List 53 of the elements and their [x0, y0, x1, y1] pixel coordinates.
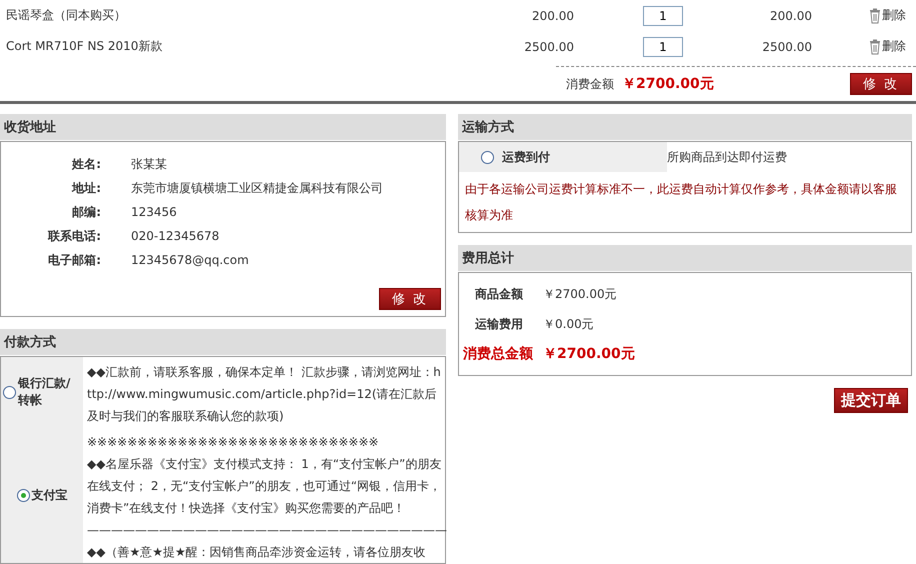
section-header: 费用总计: [458, 245, 912, 271]
grand-total-amount: ￥2700.00元: [543, 345, 635, 363]
edit-button[interactable]: 修 改: [850, 73, 912, 95]
shipping-option[interactable]: 运费到付: [459, 142, 667, 172]
radio-button[interactable]: [16, 488, 30, 502]
payment-description: ※※※※※※※※※※※※※※※※※※※※※※※※※※※※※: [87, 434, 380, 451]
payment-description: ——————————————————————————————: [87, 522, 447, 539]
field-value: 东莞市塘厦镇横塘工业区精捷金属科技有限公司: [131, 180, 384, 196]
shipping-description: 所购商品到达即付运费: [667, 148, 787, 166]
quantity-field[interactable]: 1: [643, 36, 683, 56]
field-label: 地址:: [70, 180, 101, 196]
section-header: 收货地址: [0, 114, 446, 140]
total-amount: ￥2700.00元: [622, 75, 714, 93]
total-label: 消费金额: [566, 76, 614, 92]
cost-label: 运输费用: [474, 316, 523, 332]
trash-icon: [869, 39, 881, 55]
product-name: Cort MR710F NS 2010新款: [6, 38, 164, 55]
cost-value: ￥0.00元: [543, 316, 594, 332]
submit-order-button[interactable]: 提交订单: [834, 388, 908, 413]
field-label: 联系电话:: [46, 228, 101, 244]
payment-description: ◆◆名屋乐器《支付宝》支付模式支持： 1，有“支付宝帐户”的朋友在线支付； 2，无“支付宝帐户”的朋友，也可通过“网银，信用卡，消费卡”在线支付！快选择《支付宝》购买您需要的产品吧！: [87, 456, 442, 517]
payment-option[interactable]: 银行汇款/转帐: [1, 357, 83, 427]
field-value: 12345678@qq.com: [131, 253, 250, 267]
trash-icon: [869, 8, 881, 24]
section-header: 运输方式: [458, 114, 912, 140]
grand-total-label: 消费总金额: [463, 345, 533, 363]
field-value: 张某某: [131, 156, 168, 172]
field-label: 电子邮箱:: [47, 252, 101, 268]
radio-button[interactable]: [3, 386, 16, 398]
section-header: 付款方式: [0, 329, 446, 355]
subtotal: 200.00: [769, 8, 812, 22]
delete-link[interactable]: 删除: [882, 38, 906, 55]
option-label: 支付宝: [32, 486, 68, 504]
shipping-note: 由于各运输公司运费计算标准不一，此运费自动计算仅作参考，具体金额请以客服核算为准: [464, 181, 898, 224]
field-label: 姓名:: [70, 156, 101, 172]
delete-link[interactable]: 删除: [882, 7, 906, 24]
option-label: 运费到付: [502, 148, 550, 166]
product-name: 民谣琴盒（同本购买）: [6, 7, 127, 24]
cost-label: 商品金额: [474, 286, 523, 302]
field-value: 123456: [131, 205, 178, 219]
radio-button[interactable]: [481, 150, 494, 164]
unit-price: 2500.00: [523, 40, 574, 54]
cost-value: ￥2700.00元: [543, 286, 617, 302]
subtotal: 2500.00: [761, 40, 812, 54]
field-label: 邮编:: [71, 204, 101, 220]
quantity-field[interactable]: 1: [643, 6, 683, 26]
payment-option[interactable]: 支付宝: [1, 427, 83, 563]
edit-button[interactable]: 修 改: [378, 288, 441, 310]
option-label: 银行汇款/转帐: [18, 375, 72, 409]
payment-description: ◆◆汇款前，请联系客服，确保本定单！ 汇款步骤，请浏览网址：http://www.mingwumusic.com/article.php?id=12(请在汇款后及时与我们的客服联系确认您的款项): [87, 364, 441, 425]
field-value: 020-12345678: [131, 229, 220, 243]
payment-description: ◆◆（善★意★提★醒：因销售商品牵涉资金运转，请各位朋友收: [87, 544, 427, 561]
unit-price: 200.00: [531, 8, 574, 22]
